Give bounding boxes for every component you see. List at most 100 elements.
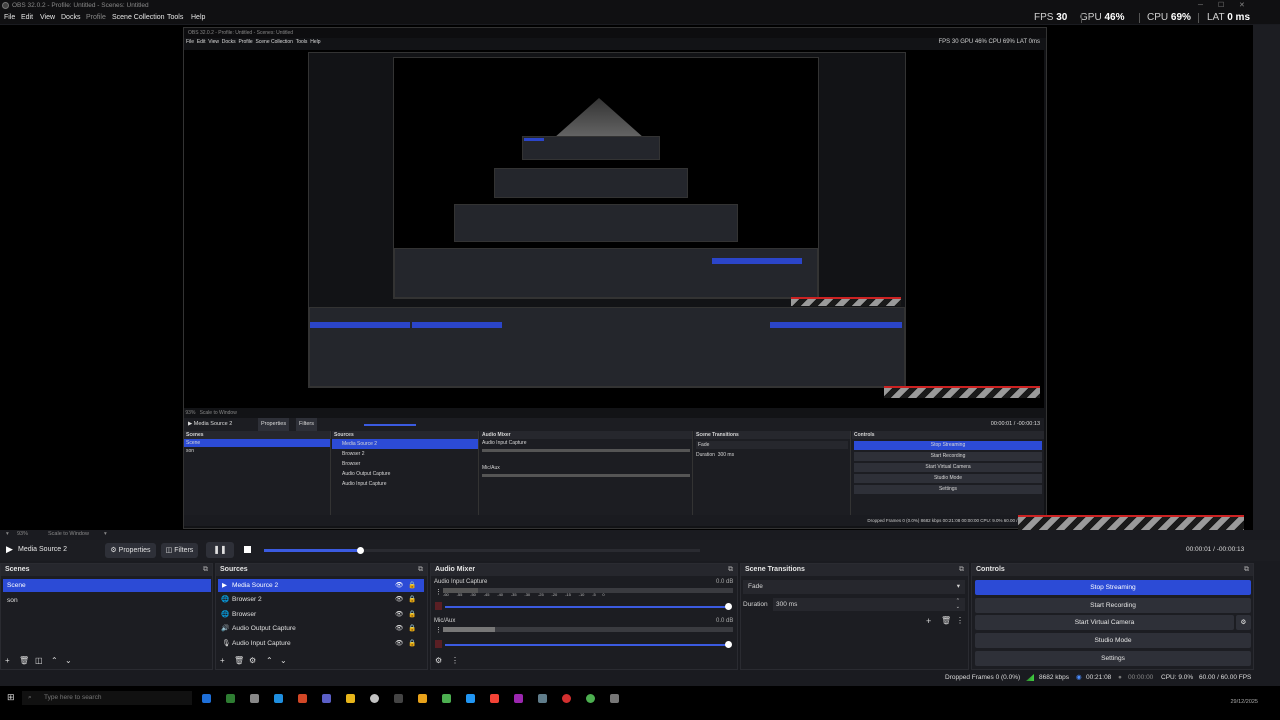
app-icon[interactable] [610, 694, 619, 703]
eye-icon[interactable]: 👁 [395, 637, 403, 650]
stop-streaming-button[interactable]: Stop Streaming [975, 580, 1251, 595]
play-icon[interactable]: ▶ [6, 544, 13, 555]
menu-help[interactable]: Help [191, 11, 205, 24]
spin-arrows-icon[interactable]: ⌃ ⌄ [956, 598, 960, 610]
scale-caret[interactable]: ▾ [104, 530, 107, 539]
dock-popout-icon[interactable]: ⧉ [1244, 564, 1249, 576]
app-icon[interactable] [226, 694, 235, 703]
add-icon[interactable]: + [220, 656, 225, 665]
menu-tools[interactable]: Tools [167, 11, 183, 24]
minimize-button[interactable]: ─ [1198, 0, 1203, 11]
app-icon[interactable] [514, 694, 523, 703]
add-icon[interactable]: + [926, 616, 931, 626]
zoom-caret[interactable]: ▾ [6, 530, 9, 539]
app-icon[interactable] [274, 694, 283, 703]
lock-icon[interactable]: 🔒 [408, 593, 416, 606]
edge-icon[interactable] [202, 694, 211, 703]
app-icon[interactable] [466, 694, 475, 703]
gear-icon[interactable]: ⚙ [249, 656, 256, 665]
menu-scene-collection[interactable]: Scene Collection [112, 11, 165, 24]
app-icon[interactable] [490, 694, 499, 703]
menu-edit[interactable]: Edit [21, 11, 33, 24]
app-icon[interactable] [322, 694, 331, 703]
dock-popout-icon[interactable]: ⧉ [418, 564, 423, 576]
chevron-up-icon[interactable]: ⌃ [51, 656, 58, 665]
chevron-down-icon[interactable]: ⌄ [280, 656, 287, 665]
maximize-button[interactable]: ☐ [1218, 0, 1224, 11]
zoom-level[interactable]: 93% [17, 530, 28, 539]
obs-taskbar-icon[interactable] [370, 694, 379, 703]
source-item[interactable]: 🌐 Browser 2 👁 🔒 [218, 593, 424, 606]
kebab-menu-icon[interactable]: ⋮ [435, 588, 442, 596]
preview-canvas[interactable]: OBS 32.0.2 - Profile: Untitled - Scenes:… [0, 25, 1253, 531]
lock-icon[interactable]: 🔒 [408, 579, 416, 592]
chevron-down-icon[interactable]: ⌄ [65, 656, 72, 665]
menu-docks[interactable]: Docks [61, 11, 80, 24]
source-item[interactable]: ▶ Media Source 2 👁 🔒 [218, 579, 424, 592]
source-item[interactable]: 🌐 Browser 👁 🔒 [218, 608, 424, 621]
volume-slider-knob[interactable] [725, 641, 732, 648]
mute-toggle[interactable] [435, 640, 442, 648]
source-item[interactable]: 🎙 Audio Input Capture 👁 🔒 [218, 637, 424, 650]
taskbar-clock[interactable]: 29/12/2025 [1230, 692, 1258, 706]
dock-popout-icon[interactable]: ⧉ [959, 564, 964, 576]
preview-scrollbar[interactable] [1253, 25, 1280, 530]
eye-icon[interactable]: 👁 [395, 622, 403, 635]
kebab-menu-icon[interactable]: ⋮ [956, 616, 964, 625]
virtual-camera-settings-button[interactable]: ⚙ [1236, 615, 1251, 630]
chevron-up-icon[interactable]: ⌃ [266, 656, 273, 665]
dock-popout-icon[interactable]: ⧉ [728, 564, 733, 576]
kebab-menu-icon[interactable]: ⋮ [435, 626, 442, 634]
source-item[interactable]: 🔊 Audio Output Capture 👁 🔒 [218, 622, 424, 635]
filters-button[interactable]: ◫ Filters [161, 543, 198, 558]
trash-icon[interactable]: 🗑 [234, 656, 244, 665]
app-icon[interactable] [586, 694, 595, 703]
eye-icon[interactable]: 👁 [395, 608, 403, 621]
gear-icon[interactable]: ⚙ [435, 656, 442, 665]
app-icon[interactable] [346, 694, 355, 703]
duration-label: Duration [743, 601, 768, 608]
close-button[interactable]: ✕ [1239, 0, 1245, 11]
scale-mode[interactable]: Scale to Window [48, 530, 89, 539]
properties-button[interactable]: ⚙ Properties [105, 543, 156, 558]
menu-profile[interactable]: Profile [86, 11, 106, 24]
volume-slider-knob[interactable] [725, 603, 732, 610]
kebab-menu-icon[interactable]: ⋮ [451, 656, 459, 665]
menu-view[interactable]: View [40, 11, 55, 24]
volume-slider[interactable] [445, 606, 731, 608]
app-icon[interactable] [538, 694, 547, 703]
media-seek-knob[interactable] [356, 547, 364, 554]
start-virtual-camera-button[interactable]: Start Virtual Camera [975, 615, 1234, 630]
app-icon[interactable] [442, 694, 451, 703]
app-icon[interactable] [250, 694, 259, 703]
settings-button[interactable]: Settings [975, 651, 1251, 666]
lock-icon[interactable]: 🔒 [408, 608, 416, 621]
taskbar-search[interactable]: ⌕ Type here to search [22, 691, 192, 705]
mute-toggle[interactable] [435, 602, 442, 610]
scene-item[interactable]: Scene [3, 579, 211, 592]
app-icon[interactable] [298, 694, 307, 703]
start-recording-button[interactable]: Start Recording [975, 598, 1251, 613]
volume-slider[interactable] [445, 644, 731, 646]
folder-icon[interactable] [418, 694, 427, 703]
recursive-tunnel [554, 98, 644, 138]
menu-file[interactable]: File [4, 11, 15, 24]
trash-icon[interactable]: 🗑 [19, 656, 29, 665]
app-icon[interactable] [394, 694, 403, 703]
windows-start-icon[interactable]: ⊞ [7, 692, 15, 703]
eye-icon[interactable]: 👁 [395, 579, 403, 592]
transition-select[interactable]: Fade ▾ [743, 580, 965, 594]
add-icon[interactable]: + [5, 656, 10, 665]
studio-mode-button[interactable]: Studio Mode [975, 633, 1251, 648]
app-icon[interactable] [562, 694, 571, 703]
scene-item[interactable]: son [3, 594, 211, 607]
stop-button[interactable] [236, 542, 259, 558]
pause-button[interactable]: ❚❚ [206, 542, 234, 558]
dock-popout-icon[interactable]: ⧉ [203, 564, 208, 576]
eye-icon[interactable]: 👁 [395, 593, 403, 606]
lock-icon[interactable]: 🔒 [408, 637, 416, 650]
trash-icon[interactable]: 🗑 [941, 616, 951, 625]
duration-input[interactable]: 300 ms ⌃ ⌄ [773, 598, 965, 611]
lock-icon[interactable]: 🔒 [408, 622, 416, 635]
scene-filter-icon[interactable]: ◫ [35, 656, 43, 665]
